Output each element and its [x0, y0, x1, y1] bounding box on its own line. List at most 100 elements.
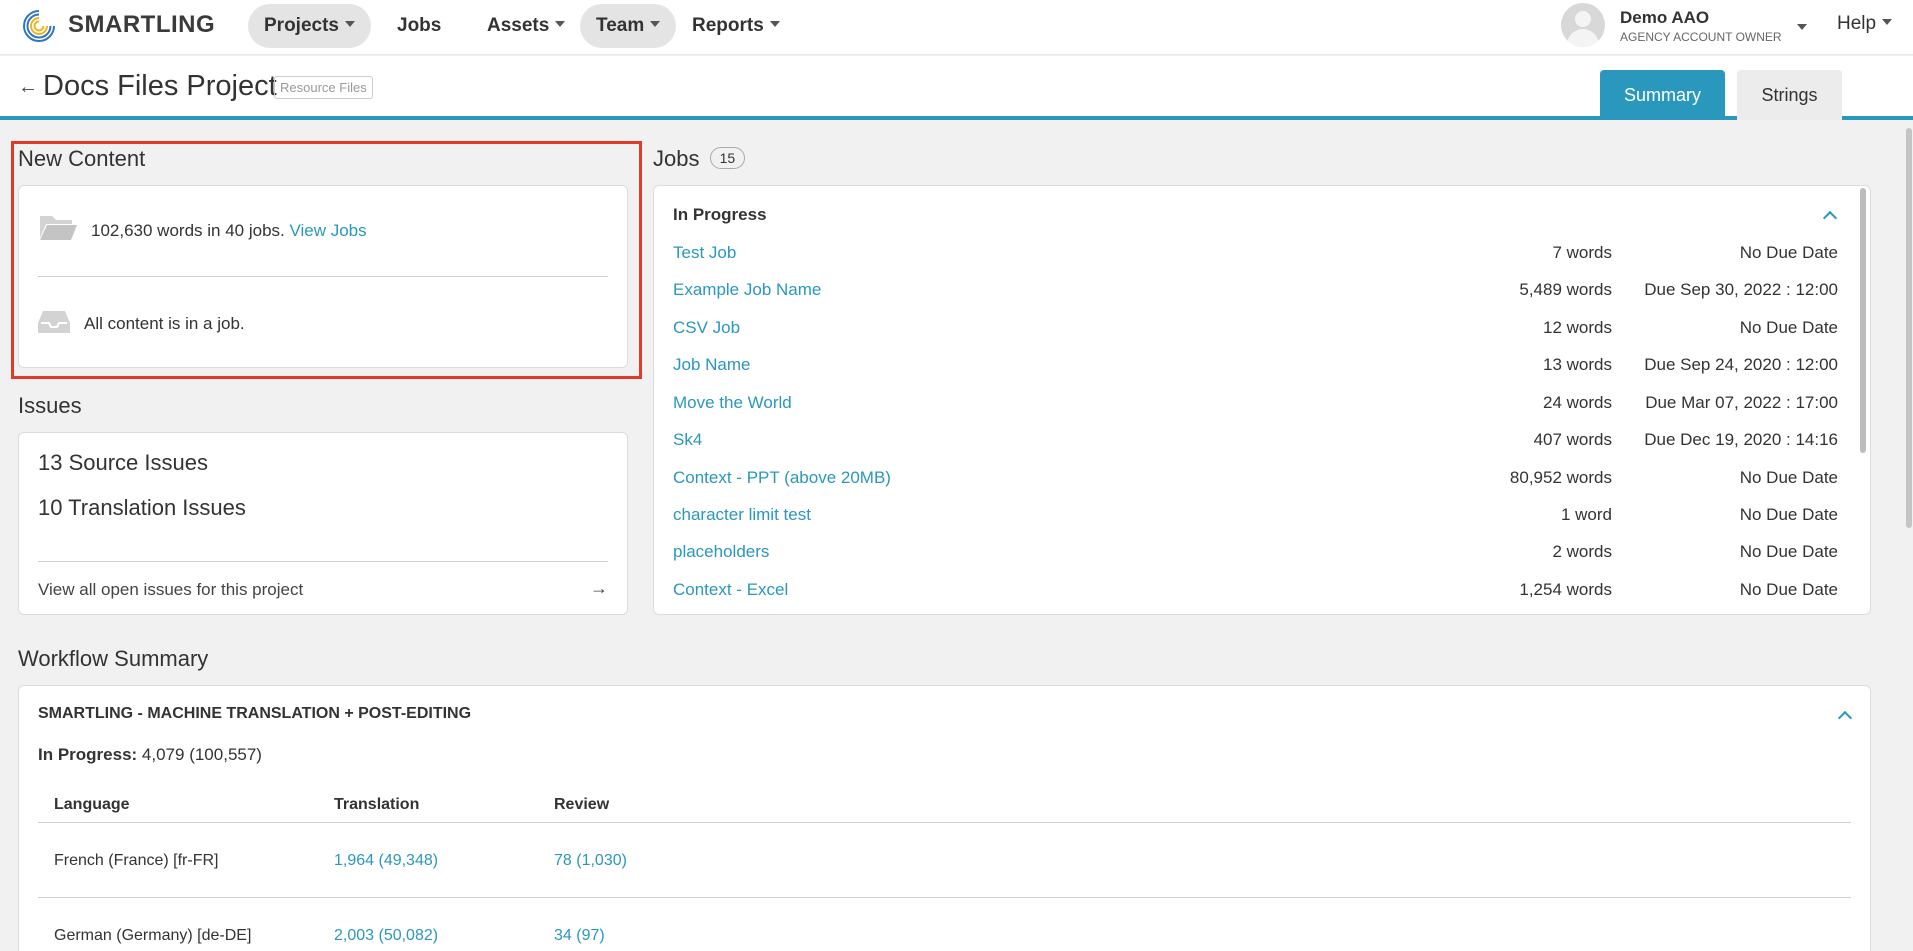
jobs-count-badge: 15 [709, 147, 746, 170]
project-type-badge: Resource Files [274, 76, 373, 99]
job-row: Context - Excel 1,254 words No Due Date [673, 580, 1838, 608]
user-menu-chevron-icon[interactable] [1797, 24, 1807, 30]
tab-summary[interactable]: Summary [1600, 70, 1725, 120]
workflow-review-link[interactable]: 34 (97) [554, 927, 605, 945]
job-name-link[interactable]: Context - PPT (above 20MB) [673, 468, 891, 488]
chevron-down-icon [344, 20, 355, 27]
jobs-title: Jobs 15 [653, 146, 746, 172]
job-row: Move the World 24 words Due Mar 07, 2022… [673, 393, 1838, 421]
back-arrow-icon[interactable]: ← [18, 76, 38, 99]
workflow-card [18, 685, 1871, 951]
page-title: Docs Files Project [43, 70, 277, 102]
jobs-scrollbar[interactable] [1860, 188, 1866, 453]
nav-assets[interactable]: Assets [471, 4, 581, 48]
workflow-review-link[interactable]: 78 (1,030) [554, 852, 627, 870]
nav-team[interactable]: Team [580, 4, 677, 48]
job-word-count: 24 words [1543, 393, 1612, 412]
job-due-date: Due Sep 24, 2020 : 12:00 [1644, 355, 1838, 374]
smartling-logo[interactable]: SMARTLING [22, 4, 215, 46]
job-row: CSV Job 12 words No Due Date [673, 318, 1838, 346]
jobs-title-label: Jobs [653, 146, 700, 171]
nav-team-label: Team [596, 15, 645, 36]
top-nav: SMARTLING Projects Jobs Assets Team Repo… [0, 0, 1913, 55]
job-row: Example Job Name 5,489 words Due Sep 30,… [673, 280, 1838, 308]
chevron-down-icon [769, 20, 780, 27]
job-due-date: No Due Date [1739, 505, 1838, 524]
highlight-box [11, 141, 642, 379]
job-name-link[interactable]: Job Name [673, 355, 750, 375]
smartling-logo-icon [23, 7, 63, 42]
job-row: Context - PPT (above 20MB) 80,952 words … [673, 468, 1838, 496]
translation-issues[interactable]: 10 Translation Issues [38, 495, 246, 521]
help-label: Help [1837, 13, 1877, 34]
job-row: character limit test 1 word No Due Date [673, 505, 1838, 533]
job-word-count: 12 words [1543, 318, 1612, 337]
nav-assets-label: Assets [487, 15, 550, 36]
nav-reports-label: Reports [692, 15, 764, 36]
project-header: ← Docs Files Project Resource Files Summ… [0, 56, 1913, 120]
logo-text: SMARTLING [68, 11, 216, 38]
job-due-date: Due Mar 07, 2022 : 17:00 [1645, 393, 1838, 412]
workflow-translation-link[interactable]: 2,003 (50,082) [334, 927, 438, 945]
job-name-link[interactable]: Test Job [673, 243, 736, 263]
job-due-date: Due Dec 19, 2020 : 14:16 [1644, 430, 1838, 449]
column-header-translation: Translation [334, 796, 420, 813]
column-header-language: Language [54, 796, 130, 813]
job-word-count: 1,254 words [1519, 580, 1612, 599]
chevron-down-icon [1882, 18, 1893, 25]
workflow-translation-link[interactable]: 1,964 (49,348) [334, 852, 438, 870]
avatar[interactable] [1561, 3, 1605, 47]
workflow-language-cell: French (France) [fr-FR] [54, 852, 219, 869]
workflow-progress: In Progress: 4,079 (100,557) [38, 745, 262, 765]
nav-reports[interactable]: Reports [676, 4, 796, 48]
job-name-link[interactable]: placeholders [673, 542, 769, 562]
job-word-count: 7 words [1552, 243, 1612, 262]
job-word-count: 80,952 words [1509, 468, 1612, 487]
job-name-link[interactable]: Example Job Name [673, 280, 821, 300]
divider [38, 822, 1851, 823]
job-due-date: No Due Date [1739, 243, 1838, 262]
help-menu[interactable]: Help [1837, 13, 1893, 35]
chevron-down-icon [650, 20, 661, 27]
job-word-count: 1 word [1560, 505, 1612, 524]
user-role: AGENCY ACCOUNT OWNER [1620, 30, 1782, 44]
user-name[interactable]: Demo AAO [1620, 8, 1709, 28]
divider [38, 897, 1851, 898]
chevron-down-icon [555, 20, 566, 27]
job-due-date: No Due Date [1739, 542, 1838, 561]
in-progress-header: In Progress [673, 205, 767, 224]
job-name-link[interactable]: Move the World [673, 393, 792, 413]
job-row: Test Job 7 words No Due Date [673, 243, 1838, 271]
workflow-summary-title: Workflow Summary [18, 646, 209, 671]
job-word-count: 5,489 words [1519, 280, 1612, 299]
workflow-name: SMARTLING - MACHINE TRANSLATION + POST-E… [38, 705, 472, 722]
view-all-issues-link[interactable]: View all open issues for this project [38, 580, 303, 600]
job-name-link[interactable]: Context - Excel [673, 580, 788, 600]
job-name-link[interactable]: CSV Job [673, 318, 740, 338]
tab-strings[interactable]: Strings [1737, 70, 1842, 120]
job-row: Sk4 407 words Due Dec 19, 2020 : 14:16 [673, 430, 1838, 458]
job-due-date: No Due Date [1739, 318, 1838, 337]
job-word-count: 13 words [1543, 355, 1612, 374]
job-name-link[interactable]: Sk4 [673, 430, 702, 450]
nav-projects[interactable]: Projects [248, 4, 371, 48]
job-due-date: No Due Date [1739, 468, 1838, 487]
divider [38, 561, 608, 562]
workflow-progress-value: 4,079 (100,557) [137, 745, 262, 764]
nav-jobs-label: Jobs [397, 15, 442, 36]
page-scrollbar[interactable] [1906, 128, 1912, 528]
job-name-link[interactable]: character limit test [673, 505, 811, 525]
job-due-date: Due Sep 30, 2022 : 12:00 [1644, 280, 1838, 299]
job-word-count: 2 words [1552, 542, 1612, 561]
nav-jobs[interactable]: Jobs [381, 4, 457, 48]
column-header-review: Review [554, 796, 610, 813]
issues-title: Issues [18, 393, 82, 418]
job-word-count: 407 words [1533, 430, 1612, 449]
source-issues[interactable]: 13 Source Issues [38, 450, 208, 476]
arrow-right-icon[interactable]: → [590, 578, 608, 599]
nav-projects-label: Projects [264, 15, 339, 36]
workflow-language-cell: German (Germany) [de-DE] [54, 927, 252, 944]
job-due-date: No Due Date [1739, 580, 1838, 599]
job-row: placeholders 2 words No Due Date [673, 542, 1838, 570]
job-row: Job Name 13 words Due Sep 24, 2020 : 12:… [673, 355, 1838, 383]
